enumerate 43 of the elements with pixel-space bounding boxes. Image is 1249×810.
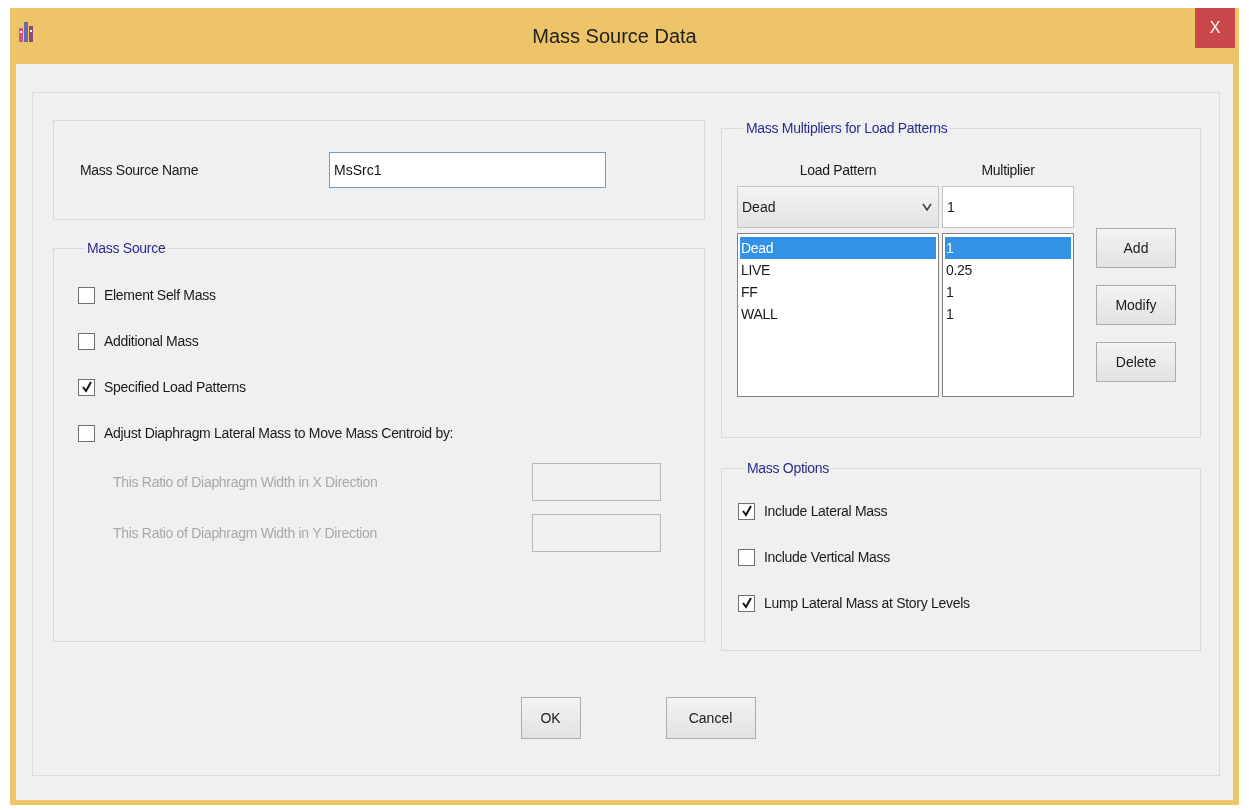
field-label: This Ratio of Diaphragm Width in X Direction — [113, 473, 378, 490]
check-icon — [740, 597, 753, 609]
app-icon — [18, 22, 34, 42]
checkbox-label: Include Vertical Mass — [764, 549, 890, 565]
checkbox[interactable] — [78, 286, 95, 304]
checkbox[interactable] — [78, 332, 95, 350]
checkbox-label: Additional Mass — [104, 333, 199, 349]
list-item[interactable]: 0.25 — [945, 259, 1071, 281]
close-button[interactable]: X — [1195, 8, 1235, 48]
load-pattern-dropdown[interactable]: Dead — [737, 186, 939, 228]
checkbox[interactable] — [738, 502, 755, 520]
group-title: Mass Options — [746, 460, 830, 476]
list-item[interactable]: LIVE — [740, 259, 936, 281]
checkbox-label: Adjust Diaphragm Lateral Mass to Move Mass Centroid by: — [104, 425, 454, 441]
multiplier-field[interactable]: 1 — [942, 186, 1074, 228]
action-button[interactable]: Delete — [1096, 342, 1176, 382]
window-title: Mass Source Data — [531, 25, 698, 48]
group-title: Mass Source — [86, 240, 167, 256]
checkbox[interactable] — [78, 378, 95, 396]
check-icon — [80, 381, 93, 393]
ok-button[interactable]: OK — [520, 697, 581, 739]
group-title: Mass Multipliers for Load Patterns — [745, 120, 949, 136]
list-item[interactable]: WALL — [740, 303, 936, 325]
field-label: Mass Source Name — [80, 162, 200, 178]
checkbox-label: Lump Lateral Mass at Story Levels — [764, 595, 970, 611]
list-item[interactable]: 1 — [945, 303, 1071, 325]
cancel-button[interactable]: Cancel — [665, 697, 756, 739]
list-item[interactable]: FF — [740, 281, 936, 303]
check-icon — [740, 505, 753, 517]
checkbox[interactable] — [78, 424, 95, 442]
action-button[interactable]: Modify — [1096, 285, 1176, 325]
field-label: This Ratio of Diaphragm Width in Y Direction — [113, 524, 378, 541]
column-header: Multiplier — [980, 161, 1036, 180]
checkbox-label: Specified Load Patterns — [104, 379, 246, 395]
action-button[interactable]: Add — [1096, 228, 1176, 268]
list-item[interactable]: 1 — [945, 281, 1071, 303]
name-field[interactable]: MsSrc1 — [329, 152, 606, 188]
caret-icon — [922, 203, 932, 211]
checkbox-label: Include Lateral Mass — [764, 503, 888, 519]
column-header: Load Pattern — [798, 161, 878, 180]
checkbox-label: Element Self Mass — [104, 287, 216, 303]
checkbox[interactable] — [738, 548, 755, 566]
checkbox[interactable] — [738, 594, 755, 612]
